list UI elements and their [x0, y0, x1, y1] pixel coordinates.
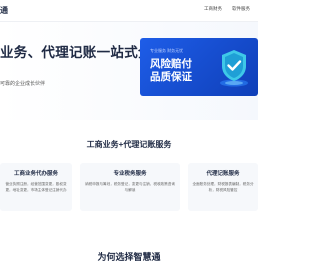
banner-tags: 专业服务 财务无忧 — [150, 48, 184, 53]
site-logo[interactable]: 通 — [0, 5, 8, 16]
banner-headline-quality-guarantee: 品质保证 — [150, 71, 192, 83]
service-card-business-registration[interactable]: 工商业务代办服务 营业执照注册，经营范围变更，股权变更，地址变更，市场主体登记注… — [0, 163, 72, 211]
shield-check-icon — [220, 50, 248, 87]
why-choose-us-title: 为何选择智慧通 — [97, 252, 161, 262]
card-title: 代理记账服务 — [206, 171, 240, 177]
nav-item-software-services[interactable]: 软件服务 — [232, 6, 250, 12]
card-title: 专业税务服务 — [113, 171, 147, 177]
services-section-title: 工商业务+代理记账服务 — [86, 140, 172, 149]
card-description: 全面账务处理，财税报表编制，税务分析，财税风险管控 — [192, 182, 254, 192]
main-nav: 工商财务 软件服务 — [204, 6, 250, 12]
service-card-tax[interactable]: 专业税务服务 纳税申报与筹划，税务登记，变更与注销，税收政策咨询与解读 — [80, 163, 180, 211]
nav-item-business-finance[interactable]: 工商财务 — [204, 6, 222, 12]
card-description: 营业执照注册，经营范围变更，股权变更，地址变更，市场主体登记注销代办 — [5, 182, 67, 192]
card-description: 纳税申报与筹划，税务登记，变更与注销，税收政策咨询与解读 — [85, 182, 175, 192]
promo-banner[interactable]: 专业服务 财务无忧 风险赔付 品质保证 — [140, 38, 258, 96]
top-navigation-bar: 通 工商财务 软件服务 — [0, 0, 258, 22]
service-card-bookkeeping[interactable]: 代理记账服务 全面账务处理，财税报表编制，税务分析，财税风险管控 — [188, 163, 258, 211]
hero-subtitle: 可靠的企业成长伙伴 — [0, 81, 46, 87]
card-title: 工商业务代办服务 — [13, 171, 58, 177]
